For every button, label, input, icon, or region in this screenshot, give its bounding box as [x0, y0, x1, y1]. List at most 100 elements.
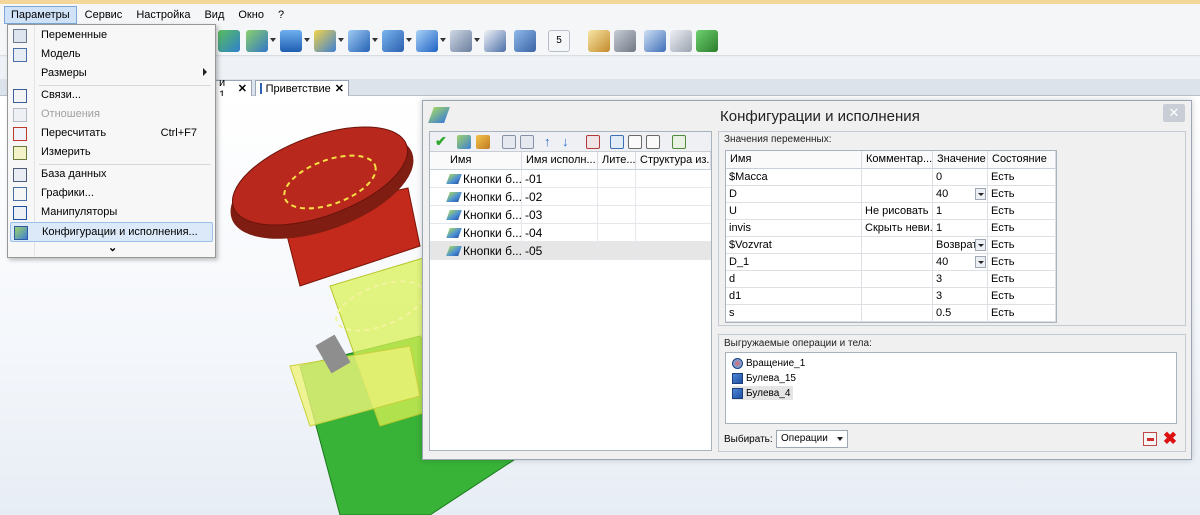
new-variant-icon[interactable]	[457, 135, 471, 149]
fillet-icon[interactable]	[382, 30, 404, 52]
measure-icon	[13, 146, 27, 160]
fillet-dropdown-icon[interactable]	[406, 38, 412, 42]
paperclip-icon[interactable]	[644, 30, 666, 52]
chevron-down-icon[interactable]	[975, 239, 986, 251]
table-row[interactable]: d1 3 Есть	[726, 288, 1056, 305]
table-row[interactable]: invis Скрыть неви... 1 Есть	[726, 220, 1056, 237]
menu-parameters[interactable]: Параметры	[4, 6, 77, 24]
column-header-comment[interactable]: Комментар...	[862, 151, 933, 169]
add-fx-icon[interactable]	[646, 135, 660, 149]
tab-welcome[interactable]: Приветствие ✕	[255, 80, 349, 96]
dialog-close-button[interactable]: ✕	[1163, 104, 1185, 122]
menu-window[interactable]: Окно	[232, 7, 270, 23]
select-mode-dropdown[interactable]: Операции	[776, 430, 848, 448]
menu-expand[interactable]: ⌄	[10, 241, 213, 257]
menu-item-dimensions[interactable]: Размеры	[10, 64, 213, 83]
list-item[interactable]: Булева_15	[732, 371, 796, 385]
variant-icon	[446, 246, 462, 256]
remove-button[interactable]	[1143, 432, 1157, 446]
arrow-up-icon[interactable]: ↑	[544, 135, 558, 149]
shell-icon[interactable]	[416, 30, 438, 52]
chevron-down-icon[interactable]	[975, 188, 986, 200]
fx-icon[interactable]	[628, 135, 642, 149]
paste-icon[interactable]	[520, 135, 534, 149]
export-icon[interactable]	[586, 135, 600, 149]
table-row[interactable]: Кнопки б... -04	[430, 224, 711, 242]
menu-item-configurations[interactable]: Конфигурации и исполнения...	[10, 222, 213, 242]
menu-settings[interactable]: Настройка	[130, 7, 196, 23]
close-icon[interactable]: ✕	[335, 82, 344, 95]
surface-icon[interactable]	[450, 30, 472, 52]
table-icon[interactable]	[672, 135, 686, 149]
revolve-icon[interactable]	[280, 30, 302, 52]
menu-view[interactable]: Вид	[198, 7, 230, 23]
column-header-structure[interactable]: Структура из...	[636, 152, 711, 170]
variant-icon	[446, 210, 462, 220]
surface-dropdown-icon[interactable]	[474, 38, 480, 42]
sweep-dropdown-icon[interactable]	[338, 38, 344, 42]
copy-icon[interactable]	[502, 135, 516, 149]
column-header-value[interactable]: Значение	[933, 151, 988, 169]
column-header-state[interactable]: Состояние	[988, 151, 1056, 169]
column-header-variant-name[interactable]: Имя исполн...	[522, 152, 598, 170]
menu-item-manipulators[interactable]: Манипуляторы	[10, 203, 213, 222]
table-row[interactable]: Кнопки б... -02	[430, 188, 711, 206]
table-row[interactable]: s 0.5 Есть	[726, 305, 1056, 322]
arrow-down-icon[interactable]: ↓	[562, 135, 576, 149]
copy-icon[interactable]	[696, 30, 718, 52]
select-label: Выбирать:	[724, 434, 773, 445]
list-item-selected[interactable]: Булева_4	[732, 386, 794, 400]
table-row[interactable]: $Vozvrat Возврат Есть	[726, 237, 1056, 254]
value-combobox[interactable]: 40	[933, 254, 988, 271]
array-icon[interactable]	[514, 30, 536, 52]
table-row[interactable]: d 3 Есть	[726, 271, 1056, 288]
list-item[interactable]: Вращение_1	[732, 356, 805, 370]
table-row-selected[interactable]: Кнопки б... -05	[430, 242, 711, 260]
table-row[interactable]: D_1 40 Есть	[726, 254, 1056, 271]
boolean-dropdown-icon[interactable]	[372, 38, 378, 42]
value-combobox[interactable]: 40	[933, 186, 988, 203]
report-icon[interactable]	[588, 30, 610, 52]
dialog-title: Конфигурации и исполнения	[720, 108, 920, 125]
rotation-icon	[732, 357, 743, 369]
sweep-icon[interactable]	[314, 30, 336, 52]
menu-item-links[interactable]: Связи...	[10, 86, 213, 105]
delete-icon[interactable]: ✖	[1162, 430, 1178, 447]
table-row[interactable]: D 40 Есть	[726, 186, 1056, 203]
close-icon[interactable]: ✕	[238, 82, 247, 95]
operations-list: Вращение_1 Булева_15 Булева_4	[725, 352, 1177, 424]
table-row[interactable]: U Не рисовать ... 1 Есть	[726, 203, 1056, 220]
extrude-icon[interactable]	[218, 30, 240, 52]
checkmark-icon[interactable]: ✔	[435, 134, 449, 149]
table-row[interactable]: Кнопки б... -03	[430, 206, 711, 224]
boolean-icon	[732, 372, 743, 384]
variant-properties-icon[interactable]	[476, 135, 490, 149]
menu-item-database[interactable]: База данных	[10, 165, 213, 184]
value-combobox[interactable]: Возврат	[933, 237, 988, 254]
tools-icon[interactable]	[670, 30, 692, 52]
step-value-icon[interactable]: 5	[548, 30, 570, 52]
menu-service[interactable]: Сервис	[79, 7, 129, 23]
table-row[interactable]: Кнопки б... -01	[430, 170, 711, 188]
table-row[interactable]: $Масса 0 Есть	[726, 169, 1056, 186]
chevron-down-icon[interactable]	[975, 256, 986, 268]
column-header-name[interactable]: Имя	[430, 152, 522, 170]
tab-document-1[interactable]: и 1 ✕	[214, 77, 252, 101]
loft-icon[interactable]	[246, 30, 268, 52]
shell-dropdown-icon[interactable]	[440, 38, 446, 42]
menu-item-variables[interactable]: Переменные	[10, 26, 213, 45]
menu-item-recalculate[interactable]: Пересчитать Ctrl+F7	[10, 124, 213, 143]
boolean-icon[interactable]	[348, 30, 370, 52]
transform-icon[interactable]	[484, 30, 506, 52]
menu-help[interactable]: ?	[272, 7, 290, 23]
calculator-icon[interactable]	[614, 30, 636, 52]
menu-item-model[interactable]: Модель	[10, 45, 213, 64]
column-header-letter[interactable]: Лите...	[598, 152, 636, 170]
variables-table: Имя Комментар... Значение Состояние $Мас…	[725, 150, 1057, 323]
menu-item-graphs[interactable]: Графики...	[10, 184, 213, 203]
loft-dropdown-icon[interactable]	[270, 38, 276, 42]
menu-item-measure[interactable]: Измерить	[10, 143, 213, 162]
column-header-name[interactable]: Имя	[726, 151, 862, 169]
refresh-icon[interactable]	[610, 135, 624, 149]
revolve-dropdown-icon[interactable]	[304, 38, 310, 42]
